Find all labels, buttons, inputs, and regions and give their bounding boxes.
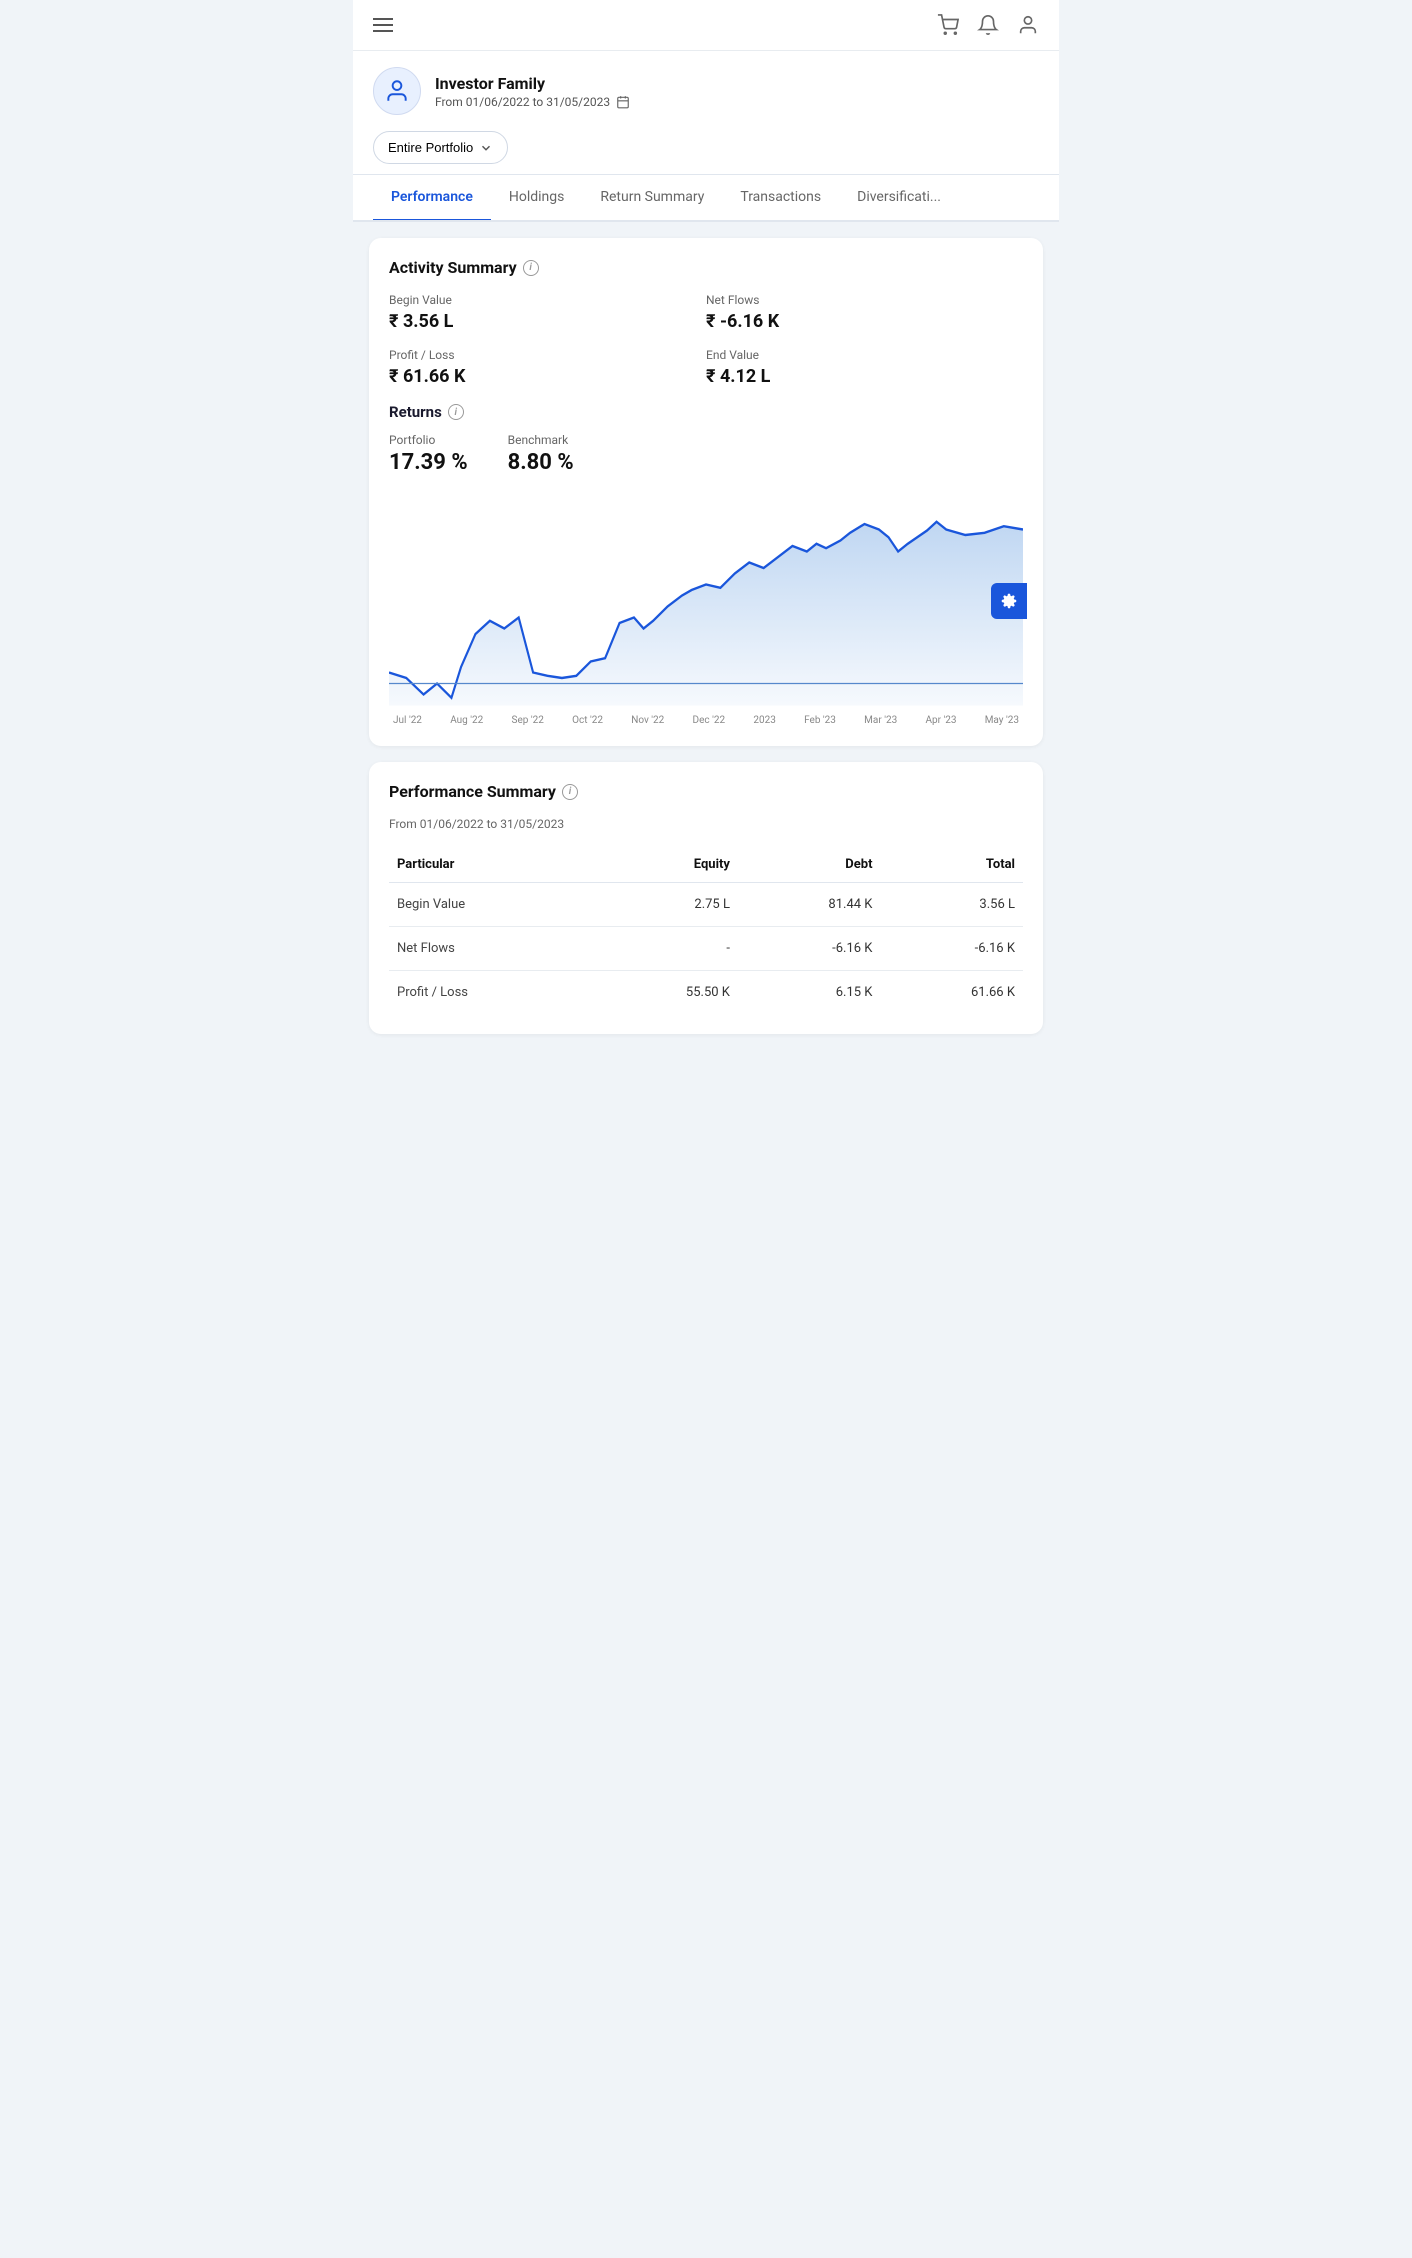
chart-label-aug22: Aug '22 — [450, 715, 483, 726]
activity-summary-card: Activity Summary i Begin Value ₹ 3.56 L … — [369, 238, 1043, 746]
header — [353, 0, 1059, 51]
row2-particular: Profit / Loss — [389, 971, 595, 1015]
chart-label-feb23: Feb '23 — [804, 715, 836, 726]
row0-particular: Begin Value — [389, 883, 595, 927]
tab-return-summary[interactable]: Return Summary — [582, 175, 722, 222]
profit-loss-value: ₹ 61.66 K — [389, 366, 706, 387]
portfolio-selector-area: Entire Portfolio — [353, 125, 1059, 175]
chart-label-may23: May '23 — [985, 715, 1019, 726]
tab-bar: Performance Holdings Return Summary Tran… — [353, 175, 1059, 222]
notification-icon[interactable] — [977, 14, 999, 36]
cart-icon[interactable] — [937, 14, 959, 36]
chart-label-jul22: Jul '22 — [393, 715, 422, 726]
metrics-row-2: Profit / Loss ₹ 61.66 K End Value ₹ 4.12… — [389, 348, 1023, 387]
avatar — [373, 67, 421, 115]
row0-equity: 2.75 L — [595, 883, 738, 927]
activity-summary-title: Activity Summary i — [389, 258, 1023, 277]
portfolio-return-value: 17.39 % — [389, 450, 468, 475]
col-equity: Equity — [595, 847, 738, 883]
returns-section: Returns i Portfolio 17.39 % Benchmark 8.… — [389, 403, 1023, 475]
profile-info: Investor Family From 01/06/2022 to 31/05… — [435, 74, 630, 109]
profile-row: Investor Family From 01/06/2022 to 31/05… — [353, 51, 1059, 125]
performance-summary-table: Particular Equity Debt Total Begin Value… — [389, 847, 1023, 1014]
hamburger-menu[interactable] — [373, 18, 393, 32]
col-debt: Debt — [738, 847, 881, 883]
returns-title: Returns i — [389, 403, 1023, 421]
metrics-row: Begin Value ₹ 3.56 L Net Flows ₹ -6.16 K — [389, 293, 1023, 332]
perf-summary-date: From 01/06/2022 to 31/05/2023 — [389, 817, 1023, 831]
table-header-row: Particular Equity Debt Total — [389, 847, 1023, 883]
date-range-row: From 01/06/2022 to 31/05/2023 — [435, 95, 630, 109]
chart-x-labels: Jul '22 Aug '22 Sep '22 Oct '22 Nov '22 … — [389, 715, 1023, 726]
activity-info-icon[interactable]: i — [523, 260, 539, 276]
chart-label-dec22: Dec '22 — [693, 715, 726, 726]
end-value: ₹ 4.12 L — [706, 366, 1023, 387]
row2-debt: 6.15 K — [738, 971, 881, 1015]
net-flows-label: Net Flows — [706, 293, 1023, 307]
header-right — [937, 14, 1039, 36]
portfolio-label: Entire Portfolio — [388, 140, 473, 155]
user-icon[interactable] — [1017, 14, 1039, 36]
benchmark-return-label: Benchmark — [508, 433, 574, 447]
row1-equity: - — [595, 927, 738, 971]
returns-info-icon[interactable]: i — [448, 404, 464, 420]
row2-total: 61.66 K — [880, 971, 1023, 1015]
performance-summary-card: Performance Summary i From 01/06/2022 to… — [369, 762, 1043, 1034]
chart-settings-fab[interactable] — [991, 583, 1027, 619]
chart-label-oct22: Oct '22 — [572, 715, 603, 726]
chart-label-apr23: Apr '23 — [925, 715, 956, 726]
end-value-label: End Value — [706, 348, 1023, 362]
benchmark-return: Benchmark 8.80 % — [508, 433, 574, 475]
perf-summary-info-icon[interactable]: i — [562, 784, 578, 800]
col-particular: Particular — [389, 847, 595, 883]
table-row: Profit / Loss 55.50 K 6.15 K 61.66 K — [389, 971, 1023, 1015]
returns-row: Portfolio 17.39 % Benchmark 8.80 % — [389, 433, 1023, 475]
net-flows-value: ₹ -6.16 K — [706, 311, 1023, 332]
begin-value: ₹ 3.56 L — [389, 311, 706, 332]
header-left — [373, 18, 393, 32]
tab-holdings[interactable]: Holdings — [491, 175, 583, 222]
chart-label-sep22: Sep '22 — [512, 715, 544, 726]
row1-debt: -6.16 K — [738, 927, 881, 971]
begin-value-metric: Begin Value ₹ 3.56 L — [389, 293, 706, 332]
benchmark-return-value: 8.80 % — [508, 450, 574, 475]
begin-value-label: Begin Value — [389, 293, 706, 307]
chart-label-mar23: Mar '23 — [864, 715, 897, 726]
row1-total: -6.16 K — [880, 927, 1023, 971]
perf-summary-title: Performance Summary i — [389, 782, 1023, 801]
chart-area — [389, 491, 1023, 711]
net-flows-metric: Net Flows ₹ -6.16 K — [706, 293, 1023, 332]
perf-summary-header: Performance Summary i From 01/06/2022 to… — [389, 782, 1023, 831]
tab-diversification[interactable]: Diversificati... — [839, 175, 959, 222]
date-range-text: From 01/06/2022 to 31/05/2023 — [435, 95, 610, 109]
row0-total: 3.56 L — [880, 883, 1023, 927]
table-row: Net Flows - -6.16 K -6.16 K — [389, 927, 1023, 971]
portfolio-dropdown[interactable]: Entire Portfolio — [373, 131, 508, 164]
portfolio-return: Portfolio 17.39 % — [389, 433, 468, 475]
row2-equity: 55.50 K — [595, 971, 738, 1015]
tab-transactions[interactable]: Transactions — [722, 175, 839, 222]
chart-label-nov22: Nov '22 — [631, 715, 664, 726]
portfolio-return-label: Portfolio — [389, 433, 468, 447]
profit-loss-metric: Profit / Loss ₹ 61.66 K — [389, 348, 706, 387]
table-row: Begin Value 2.75 L 81.44 K 3.56 L — [389, 883, 1023, 927]
chart-label-2023: 2023 — [753, 715, 775, 726]
investor-name: Investor Family — [435, 74, 630, 93]
tab-performance[interactable]: Performance — [373, 175, 491, 222]
row0-debt: 81.44 K — [738, 883, 881, 927]
end-value-metric: End Value ₹ 4.12 L — [706, 348, 1023, 387]
chevron-down-icon — [479, 141, 493, 155]
col-total: Total — [880, 847, 1023, 883]
profit-loss-label: Profit / Loss — [389, 348, 706, 362]
row1-particular: Net Flows — [389, 927, 595, 971]
performance-chart[interactable] — [389, 491, 1023, 711]
main-content: Activity Summary i Begin Value ₹ 3.56 L … — [353, 222, 1059, 1066]
calendar-icon[interactable] — [616, 95, 630, 109]
